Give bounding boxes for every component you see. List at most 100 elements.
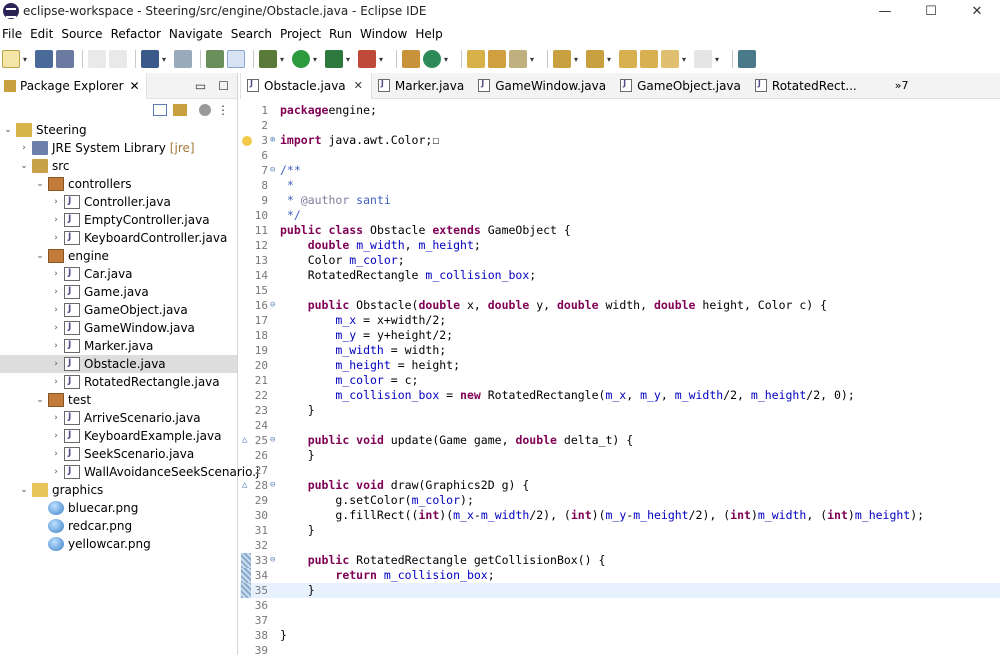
collapse-all-icon[interactable] — [153, 104, 167, 116]
tree-item[interactable]: › GameObject.java — [0, 301, 237, 319]
tree-item[interactable]: › GameWindow.java — [0, 319, 237, 337]
editor-tab[interactable]: GameObject.java — [614, 73, 749, 99]
collapse-fold-icon[interactable]: ⊖ — [270, 433, 280, 448]
pin-editor-icon[interactable] — [738, 50, 756, 68]
forward-dropdown-icon[interactable]: ▾ — [715, 50, 723, 68]
maximize-view-icon[interactable]: ☐ — [218, 79, 229, 93]
back-icon[interactable] — [661, 50, 679, 68]
chevron-right-icon[interactable]: › — [50, 341, 62, 351]
new-icon[interactable] — [2, 50, 20, 68]
chevron-down-icon[interactable]: ⌄ — [34, 395, 46, 405]
tree-item[interactable]: › RotatedRectangle.java — [0, 373, 237, 391]
menu-edit[interactable]: Edit — [30, 27, 61, 41]
close-icon[interactable]: ✕ — [130, 79, 140, 93]
close-icon[interactable]: ✕ — [354, 79, 363, 92]
new-class-dropdown-icon[interactable]: ▾ — [444, 50, 452, 68]
chevron-right-icon[interactable]: › — [50, 413, 62, 423]
collapse-fold-icon[interactable]: ⊖ — [270, 478, 280, 493]
previous-annotation-dropdown-icon[interactable]: ▾ — [607, 50, 615, 68]
chevron-down-icon[interactable]: ⌄ — [2, 125, 14, 135]
collapse-fold-icon[interactable]: ⊖ — [270, 553, 280, 568]
tree-item[interactable]: ⌄ Steering — [0, 121, 237, 139]
tree-item[interactable]: › JRE System Library [jre] — [0, 139, 237, 157]
menu-file[interactable]: File — [0, 27, 30, 41]
tree-item[interactable]: › KeyboardExample.java — [0, 427, 237, 445]
run-dropdown-icon[interactable]: ▾ — [313, 50, 321, 68]
menu-window[interactable]: Window — [360, 27, 415, 41]
new-class-icon[interactable] — [423, 50, 441, 68]
new-java-project-icon[interactable] — [402, 50, 420, 68]
debug-icon[interactable] — [259, 50, 277, 68]
open-type-icon[interactable] — [467, 50, 485, 68]
tree-item[interactable]: › Controller.java — [0, 193, 237, 211]
console-dropdown-icon[interactable]: ▾ — [162, 50, 170, 68]
chevron-down-icon[interactable]: ⌄ — [18, 161, 30, 171]
chevron-right-icon[interactable]: › — [50, 215, 62, 225]
editor-tab[interactable]: Obstacle.java ✕ — [240, 72, 372, 99]
tree-item[interactable]: ⌄ test — [0, 391, 237, 409]
highlight-icon[interactable] — [227, 50, 245, 68]
editor-tab[interactable]: Marker.java — [372, 73, 472, 99]
last-edit-location-icon[interactable] — [619, 50, 637, 68]
back-dropdown-icon[interactable]: ▾ — [682, 50, 690, 68]
editor-tab[interactable]: GameWindow.java — [472, 73, 614, 99]
back-history-icon[interactable] — [640, 50, 658, 68]
menu-project[interactable]: Project — [280, 27, 329, 41]
save-icon[interactable] — [35, 50, 53, 68]
tree-item[interactable]: › Game.java — [0, 283, 237, 301]
new-dropdown-icon[interactable]: ▾ — [23, 50, 31, 68]
chevron-right-icon[interactable]: › — [50, 269, 62, 279]
redo-icon[interactable] — [109, 50, 127, 68]
run-icon[interactable] — [292, 50, 310, 68]
tree-item[interactable]: redcar.png — [0, 517, 237, 535]
link-with-editor-icon[interactable] — [173, 104, 187, 116]
chevron-right-icon[interactable]: › — [50, 233, 62, 243]
forward-icon[interactable] — [694, 50, 712, 68]
tree-item[interactable]: bluecar.png — [0, 499, 237, 517]
code-editor[interactable]: 1 packageengine; 2 3 ⊕ import java.awt.Color;… — [240, 99, 1000, 657]
menu-search[interactable]: Search — [231, 27, 280, 41]
collapse-fold-icon[interactable]: ⊖ — [270, 298, 280, 313]
save-all-icon[interactable] — [56, 50, 74, 68]
filter-icon[interactable] — [199, 104, 211, 116]
tree-item[interactable]: › SeekScenario.java — [0, 445, 237, 463]
tab-package-explorer[interactable]: Package Explorer ✕ — [0, 72, 147, 99]
collapse-fold-icon[interactable]: ⊖ — [270, 163, 280, 178]
tree-item[interactable]: › Marker.java — [0, 337, 237, 355]
editor-tab[interactable]: RotatedRect... — [749, 73, 865, 99]
console-icon[interactable] — [141, 50, 159, 68]
chevron-right-icon[interactable]: › — [50, 467, 62, 477]
tree-item[interactable]: ⌄ src — [0, 157, 237, 175]
next-annotation-dropdown-icon[interactable]: ▾ — [574, 50, 582, 68]
chevron-down-icon[interactable]: ⌄ — [18, 485, 30, 495]
tree-item[interactable]: › WallAvoidanceSeekScenario.j — [0, 463, 259, 481]
chevron-right-icon[interactable]: › — [50, 305, 62, 315]
skip-breakpoints-icon[interactable] — [174, 50, 192, 68]
search-icon[interactable] — [509, 50, 527, 68]
chevron-right-icon[interactable]: › — [50, 449, 62, 459]
debug-dropdown-icon[interactable]: ▾ — [280, 50, 288, 68]
open-folder-icon[interactable] — [488, 50, 506, 68]
chevron-down-icon[interactable]: ⌄ — [34, 179, 46, 189]
menu-help[interactable]: Help — [415, 27, 450, 41]
minimize-view-icon[interactable]: ▭ — [195, 79, 206, 93]
expand-fold-icon[interactable]: ⊕ — [270, 133, 280, 148]
close-window-button[interactable]: ✕ — [954, 0, 1000, 22]
tree-item[interactable]: ⌄ engine — [0, 247, 237, 265]
external-tools-icon[interactable] — [358, 50, 376, 68]
coverage-dropdown-icon[interactable]: ▾ — [346, 50, 354, 68]
chevron-right-icon[interactable]: › — [50, 359, 62, 369]
menu-run[interactable]: Run — [329, 27, 360, 41]
undo-icon[interactable] — [88, 50, 106, 68]
tree-item[interactable]: yellowcar.png — [0, 535, 237, 553]
tree-item[interactable]: › KeyboardController.java — [0, 229, 237, 247]
tabs-overflow-button[interactable]: »7 — [865, 73, 917, 99]
debug-perspective-icon[interactable] — [206, 50, 224, 68]
tree-item[interactable]: › Obstacle.java — [0, 355, 237, 373]
search-dropdown-icon[interactable]: ▾ — [530, 50, 538, 68]
tree-item[interactable]: › EmptyController.java — [0, 211, 237, 229]
tree-item[interactable]: ⌄ graphics — [0, 481, 237, 499]
chevron-right-icon[interactable]: › — [50, 197, 62, 207]
chevron-right-icon[interactable]: › — [50, 287, 62, 297]
menu-refactor[interactable]: Refactor — [111, 27, 169, 41]
